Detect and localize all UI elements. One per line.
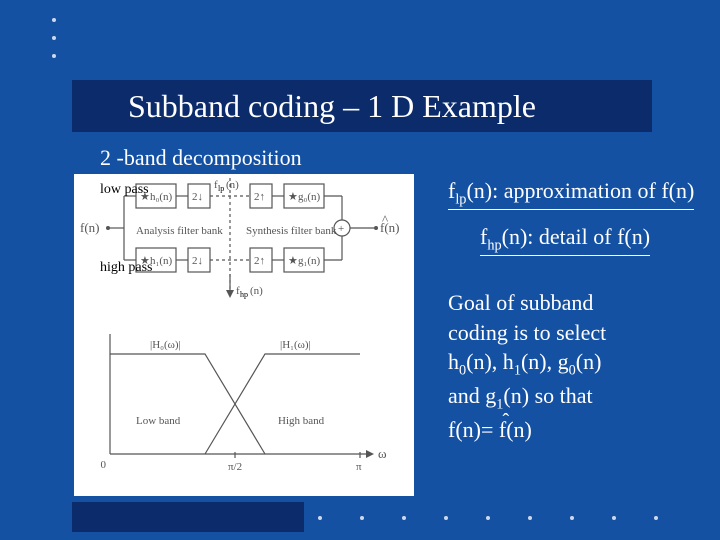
slide-title: Subband coding – 1 D Example <box>128 88 536 125</box>
svg-text:π: π <box>356 461 362 473</box>
dot <box>402 516 406 520</box>
svg-text:High band: High band <box>278 415 325 427</box>
svg-text:2↓: 2↓ <box>192 255 203 267</box>
svg-text:lp: lp <box>218 184 224 193</box>
dot <box>528 516 532 520</box>
svg-text:|H₁(ω)|: |H₁(ω)| <box>280 339 311 351</box>
svg-text:2↑: 2↑ <box>254 255 265 267</box>
dot <box>570 516 574 520</box>
dot <box>318 516 322 520</box>
svg-text:g₁(n): g₁(n) <box>298 255 320 267</box>
footer-bar <box>72 502 304 532</box>
diagram-fn-in: f(n) <box>80 220 100 235</box>
goal-text: Goal of subband coding is to select h0(n… <box>448 288 698 444</box>
svg-text:f(n): f(n) <box>380 220 400 235</box>
svg-text:+: + <box>338 223 344 235</box>
svg-text:π/2: π/2 <box>228 461 242 473</box>
svg-text:★: ★ <box>288 191 298 203</box>
svg-text:ω: ω <box>378 446 387 461</box>
dot <box>52 36 56 40</box>
svg-text:h₁(n): h₁(n) <box>150 255 172 267</box>
svg-text:g₀(n): g₀(n) <box>298 191 320 203</box>
svg-text:Analysis filter bank: Analysis filter bank <box>136 225 223 237</box>
label-highpass: high pass <box>100 260 153 276</box>
dot <box>654 516 658 520</box>
svg-text:hp: hp <box>240 290 248 299</box>
svg-text:2↓: 2↓ <box>192 191 203 203</box>
decoration-dots-bottom <box>318 516 658 520</box>
svg-text:Low band: Low band <box>136 415 181 427</box>
diagram-panel: f(n) ★ h₀(n) 2↓ flp(n) 2↑ ★ g₀(n) ★ h₁(n… <box>74 174 414 496</box>
dot <box>360 516 364 520</box>
svg-text:(n): (n) <box>226 179 239 191</box>
svg-text:h₀(n): h₀(n) <box>150 191 172 203</box>
svg-text:0: 0 <box>101 459 107 471</box>
filter-bank-diagram: f(n) ★ h₀(n) 2↓ flp(n) 2↑ ★ g₀(n) ★ h₁(n… <box>74 174 414 496</box>
dot <box>444 516 448 520</box>
svg-text:(n): (n) <box>250 285 263 297</box>
svg-text:★: ★ <box>288 255 298 267</box>
slide-subtitle: 2 -band decomposition <box>100 145 302 171</box>
decoration-dots-left <box>52 18 56 72</box>
label-lowpass: low pass <box>100 182 149 198</box>
svg-text:|H₀(ω)|: |H₀(ω)| <box>150 339 181 351</box>
dot <box>52 18 56 22</box>
dot <box>52 54 56 58</box>
flp-definition: flp(n): approximation of f(n) <box>448 178 694 210</box>
dot <box>612 516 616 520</box>
svg-text:Synthesis filter bank: Synthesis filter bank <box>246 225 337 237</box>
svg-text:2↑: 2↑ <box>254 191 265 203</box>
dot <box>486 516 490 520</box>
fhp-definition: fhp(n): detail of f(n) <box>480 224 650 256</box>
